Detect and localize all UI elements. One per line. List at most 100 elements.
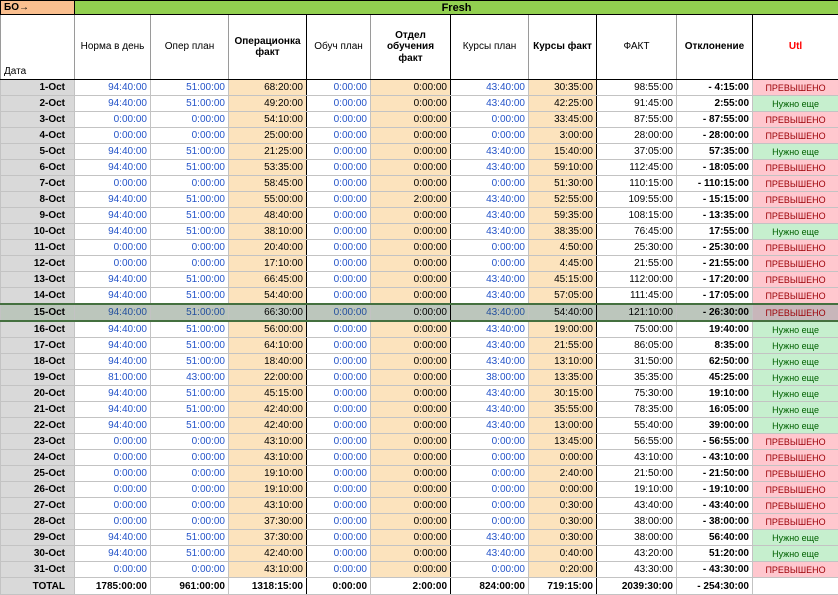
fact-cell[interactable]: 38:00:00 — [597, 514, 677, 530]
oper-plan-cell[interactable]: 51:00:00 — [151, 144, 229, 160]
utl-status-cell[interactable]: ПРЕВЫШЕНО — [753, 498, 838, 514]
norm-cell[interactable]: 94:40:00 — [75, 192, 151, 208]
utl-status-cell[interactable]: Нужно еще — [753, 338, 838, 354]
edu-fact-cell[interactable]: 0:00:00 — [371, 386, 451, 402]
edu-plan-cell[interactable]: 0:00:00 — [307, 482, 371, 498]
utl-status-cell[interactable]: Нужно еще — [753, 321, 838, 338]
oper-plan-cell[interactable]: 0:00:00 — [151, 514, 229, 530]
edu-plan-cell[interactable]: 0:00:00 — [307, 272, 371, 288]
date-cell[interactable]: 29-Oct — [1, 530, 75, 546]
fact-cell[interactable]: 38:00:00 — [597, 530, 677, 546]
norm-cell[interactable]: 94:40:00 — [75, 386, 151, 402]
course-plan-cell[interactable]: 43:40:00 — [451, 224, 529, 240]
edu-plan-cell[interactable]: 0:00:00 — [307, 160, 371, 176]
date-cell[interactable]: 31-Oct — [1, 562, 75, 578]
date-cell[interactable]: 4-Oct — [1, 128, 75, 144]
date-cell[interactable]: 30-Oct — [1, 546, 75, 562]
course-fact-cell[interactable]: 0:30:00 — [529, 514, 597, 530]
oper-fact-cell[interactable]: 56:00:00 — [229, 321, 307, 338]
edu-fact-cell[interactable]: 0:00:00 — [371, 160, 451, 176]
edu-fact-cell[interactable]: 0:00:00 — [371, 80, 451, 96]
norm-cell[interactable]: 0:00:00 — [75, 256, 151, 272]
utl-status-cell[interactable]: Нужно еще — [753, 370, 838, 386]
norm-cell[interactable]: 94:40:00 — [75, 272, 151, 288]
oper-plan-cell[interactable]: 51:00:00 — [151, 546, 229, 562]
norm-cell[interactable]: 0:00:00 — [75, 112, 151, 128]
edu-fact-cell[interactable]: 0:00:00 — [371, 466, 451, 482]
course-fact-cell[interactable]: 38:35:00 — [529, 224, 597, 240]
fact-cell[interactable]: 31:50:00 — [597, 354, 677, 370]
oper-plan-cell[interactable]: 0:00:00 — [151, 498, 229, 514]
course-fact-cell[interactable]: 59:10:00 — [529, 160, 597, 176]
course-plan-cell[interactable]: 0:00:00 — [451, 498, 529, 514]
course-plan-cell[interactable]: 43:40:00 — [451, 354, 529, 370]
course-fact-cell[interactable]: 52:55:00 — [529, 192, 597, 208]
deviation-cell[interactable]: - 15:15:00 — [677, 192, 753, 208]
oper-plan-cell[interactable]: 51:00:00 — [151, 321, 229, 338]
course-fact-cell[interactable]: 59:35:00 — [529, 208, 597, 224]
utl-status-cell[interactable]: Нужно еще — [753, 96, 838, 112]
deviation-cell[interactable]: - 19:10:00 — [677, 482, 753, 498]
course-fact-cell[interactable]: 30:35:00 — [529, 80, 597, 96]
course-fact-cell[interactable]: 2:40:00 — [529, 466, 597, 482]
edu-fact-cell[interactable]: 0:00:00 — [371, 562, 451, 578]
total-edu-plan-cell[interactable]: 0:00:00 — [307, 578, 371, 595]
fact-cell[interactable]: 25:30:00 — [597, 240, 677, 256]
oper-plan-cell[interactable]: 51:00:00 — [151, 96, 229, 112]
course-plan-cell[interactable]: 0:00:00 — [451, 562, 529, 578]
oper-plan-cell[interactable]: 43:00:00 — [151, 370, 229, 386]
course-fact-cell[interactable]: 45:15:00 — [529, 272, 597, 288]
course-plan-cell[interactable]: 0:00:00 — [451, 256, 529, 272]
utl-status-cell[interactable]: ПРЕВЫШЕНО — [753, 272, 838, 288]
fact-cell[interactable]: 111:45:00 — [597, 288, 677, 305]
date-cell[interactable]: 16-Oct — [1, 321, 75, 338]
oper-plan-cell[interactable]: 0:00:00 — [151, 482, 229, 498]
date-cell[interactable]: 18-Oct — [1, 354, 75, 370]
edu-plan-cell[interactable]: 0:00:00 — [307, 338, 371, 354]
norm-cell[interactable]: 94:40:00 — [75, 530, 151, 546]
header-norm[interactable]: Норма в день — [75, 15, 151, 80]
oper-plan-cell[interactable]: 0:00:00 — [151, 240, 229, 256]
oper-fact-cell[interactable]: 54:10:00 — [229, 112, 307, 128]
edu-plan-cell[interactable]: 0:00:00 — [307, 304, 371, 321]
edu-plan-cell[interactable]: 0:00:00 — [307, 434, 371, 450]
edu-fact-cell[interactable]: 0:00:00 — [371, 321, 451, 338]
date-cell[interactable]: 27-Oct — [1, 498, 75, 514]
oper-plan-cell[interactable]: 51:00:00 — [151, 160, 229, 176]
norm-cell[interactable]: 94:40:00 — [75, 321, 151, 338]
edu-plan-cell[interactable]: 0:00:00 — [307, 224, 371, 240]
deviation-cell[interactable]: - 110:15:00 — [677, 176, 753, 192]
fact-cell[interactable]: 21:55:00 — [597, 256, 677, 272]
fact-cell[interactable]: 98:55:00 — [597, 80, 677, 96]
edu-fact-cell[interactable]: 0:00:00 — [371, 370, 451, 386]
edu-fact-cell[interactable]: 0:00:00 — [371, 304, 451, 321]
oper-plan-cell[interactable]: 0:00:00 — [151, 176, 229, 192]
fact-cell[interactable]: 37:05:00 — [597, 144, 677, 160]
total-oper-plan-cell[interactable]: 961:00:00 — [151, 578, 229, 595]
oper-fact-cell[interactable]: 48:40:00 — [229, 208, 307, 224]
oper-fact-cell[interactable]: 42:40:00 — [229, 402, 307, 418]
edu-fact-cell[interactable]: 0:00:00 — [371, 144, 451, 160]
norm-cell[interactable]: 94:40:00 — [75, 546, 151, 562]
utl-status-cell[interactable]: ПРЕВЫШЕНО — [753, 208, 838, 224]
course-plan-cell[interactable]: 43:40:00 — [451, 386, 529, 402]
edu-plan-cell[interactable]: 0:00:00 — [307, 546, 371, 562]
fact-cell[interactable]: 43:40:00 — [597, 498, 677, 514]
deviation-cell[interactable]: - 17:05:00 — [677, 288, 753, 305]
date-cell[interactable]: 14-Oct — [1, 288, 75, 305]
edu-plan-cell[interactable]: 0:00:00 — [307, 466, 371, 482]
total-norm-cell[interactable]: 1785:00:00 — [75, 578, 151, 595]
date-cell[interactable]: 13-Oct — [1, 272, 75, 288]
oper-fact-cell[interactable]: 18:40:00 — [229, 354, 307, 370]
course-plan-cell[interactable]: 43:40:00 — [451, 208, 529, 224]
norm-cell[interactable]: 0:00:00 — [75, 482, 151, 498]
edu-fact-cell[interactable]: 0:00:00 — [371, 498, 451, 514]
course-fact-cell[interactable]: 13:00:00 — [529, 418, 597, 434]
oper-fact-cell[interactable]: 53:35:00 — [229, 160, 307, 176]
course-plan-cell[interactable]: 0:00:00 — [451, 514, 529, 530]
course-fact-cell[interactable]: 15:40:00 — [529, 144, 597, 160]
course-fact-cell[interactable]: 51:30:00 — [529, 176, 597, 192]
oper-plan-cell[interactable]: 51:00:00 — [151, 192, 229, 208]
date-cell[interactable]: 10-Oct — [1, 224, 75, 240]
deviation-cell[interactable]: 57:35:00 — [677, 144, 753, 160]
